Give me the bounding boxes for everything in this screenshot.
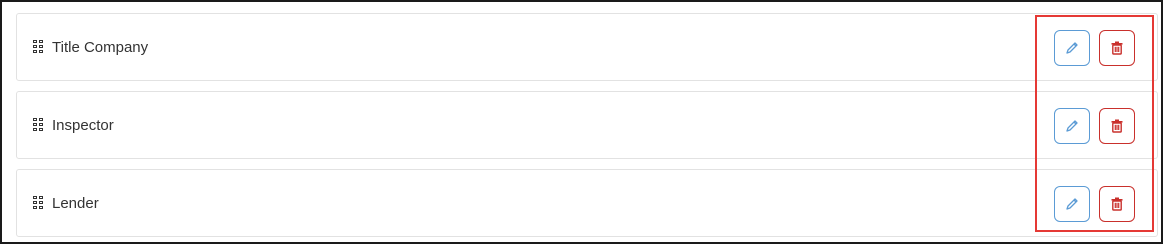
trash-icon <box>1111 197 1123 211</box>
pencil-icon <box>1066 42 1078 54</box>
drag-handle-icon[interactable] <box>33 40 43 54</box>
row-actions <box>1054 30 1135 66</box>
item-list-panel: Title Company Inspector Lender <box>0 0 1163 244</box>
edit-button[interactable] <box>1054 30 1090 66</box>
row-actions <box>1054 186 1135 222</box>
trash-icon <box>1111 41 1123 55</box>
row-actions <box>1054 108 1135 144</box>
delete-button[interactable] <box>1099 108 1135 144</box>
trash-icon <box>1111 119 1123 133</box>
pencil-icon <box>1066 120 1078 132</box>
drag-handle-icon[interactable] <box>33 118 43 132</box>
list-item: Title Company <box>16 13 1158 81</box>
item-label: Lender <box>52 194 99 212</box>
item-label: Title Company <box>52 38 149 56</box>
drag-handle-icon[interactable] <box>33 196 43 210</box>
pencil-icon <box>1066 198 1078 210</box>
edit-button[interactable] <box>1054 186 1090 222</box>
delete-button[interactable] <box>1099 186 1135 222</box>
list-item: Lender <box>16 169 1158 237</box>
delete-button[interactable] <box>1099 30 1135 66</box>
item-label: Inspector <box>52 116 114 134</box>
list-item: Inspector <box>16 91 1158 159</box>
edit-button[interactable] <box>1054 108 1090 144</box>
